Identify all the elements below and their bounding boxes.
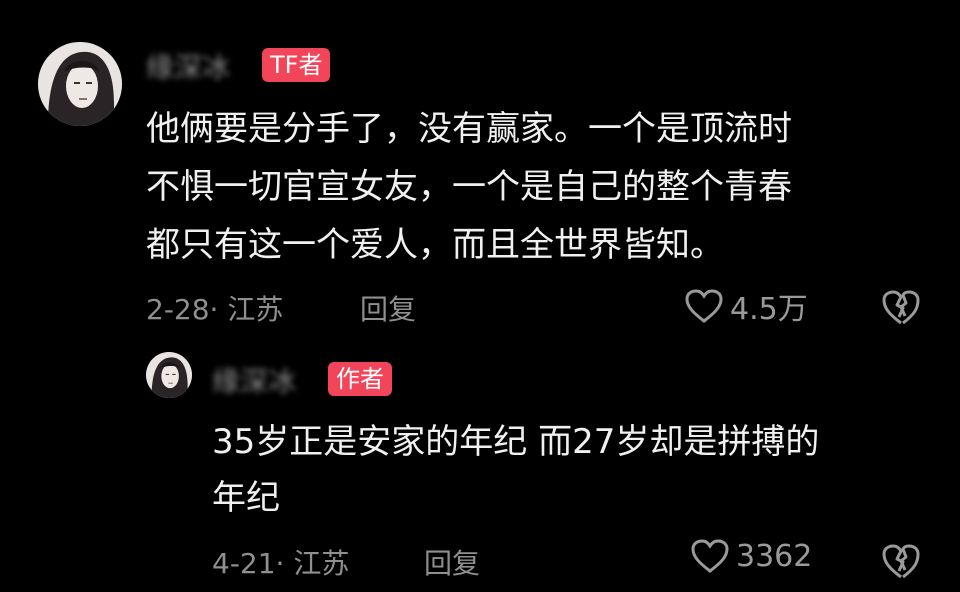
broken-heart-icon [882, 544, 920, 579]
heart-outline-icon [685, 289, 723, 323]
comment-item: 缘深冰 TF者 他俩要是分手了，没有赢家。一个是顶流时 不惧一切官宣女友，一个是… [0, 0, 960, 340]
comment-date-location: 4-21· 江苏 [212, 547, 350, 580]
reply-button[interactable]: 回复 [424, 542, 480, 582]
heart-outline-icon [691, 539, 729, 573]
username[interactable]: 缘深冰 [212, 360, 296, 400]
like-count: 3362 [736, 538, 813, 574]
like-button[interactable]: 3362 [690, 538, 812, 574]
username[interactable]: 缘深冰 [146, 46, 230, 86]
avatar[interactable] [38, 42, 122, 126]
author-badge: 作者 [328, 362, 392, 396]
comment-text: 35岁正是安家的年纪 而27岁却是拼搏的 年纪 [212, 422, 820, 518]
reply-button[interactable]: 回复 [360, 288, 416, 328]
avatar-portrait-icon [38, 42, 122, 126]
avatar[interactable] [146, 352, 192, 398]
dislike-button[interactable] [880, 288, 922, 330]
author-badge: TF者 [262, 48, 331, 82]
comment-text: 他俩要是分手了，没有赢家。一个是顶流时 不惧一切官宣女友，一个是自己的整个青春 … [146, 109, 792, 265]
like-button[interactable]: 4.5万 [684, 284, 808, 328]
broken-heart-icon [882, 290, 920, 325]
like-count: 4.5万 [730, 292, 808, 327]
comment-date-location: 2-28· 江苏 [146, 293, 284, 326]
dislike-button[interactable] [880, 542, 922, 584]
reply-comment-item: 缘深冰 作者 35岁正是安家的年纪 而27岁却是拼搏的 年纪 4-21· 江苏 … [0, 340, 960, 592]
avatar-portrait-icon [146, 352, 192, 398]
